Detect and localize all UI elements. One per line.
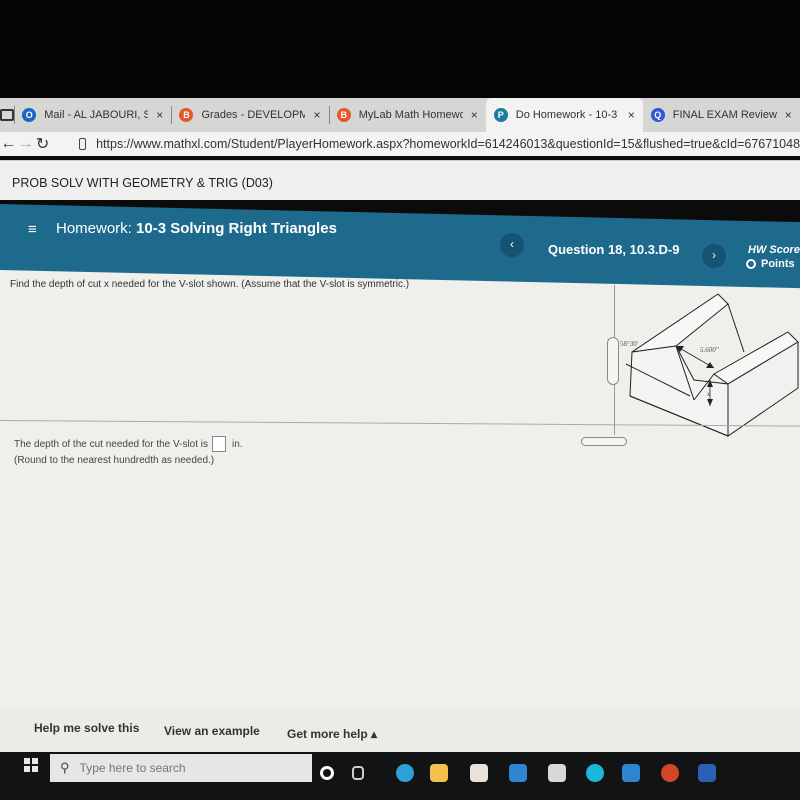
pearson-icon: P [493,108,508,122]
help-me-solve-button[interactable]: Help me solve this [34,721,139,735]
address-bar: ← → ↻ https://www.mathxl.com/Student/Pla… [0,132,800,156]
homework-title: Homework: 10-3 Solving Right Triangles [56,220,337,237]
course-title: PROB SOLV WITH GEOMETRY & TRIG (D03) [12,176,273,190]
tab-title: Mail - AL JABOURI, SA [44,109,149,121]
outlook-icon: O [22,108,37,122]
next-question-button[interactable]: › [702,244,726,268]
forward-button[interactable]: → [17,135,34,153]
question-label: Question 18, 10.3.D-9 [548,242,680,257]
app-icon[interactable] [548,764,566,782]
mail-icon[interactable] [509,764,527,782]
start-icon-tile [32,758,38,764]
figure-arrow-head [706,362,714,368]
close-icon[interactable]: × [785,108,792,122]
powerpoint-icon[interactable] [661,764,679,782]
brightspace-icon: B [336,108,351,122]
tab-final-exam[interactable]: Q FINAL EXAM Review U × [643,100,800,130]
answer-input[interactable] [212,436,227,452]
answer-prefix: The depth of the cut needed for the V-sl… [14,438,209,450]
close-icon[interactable]: × [628,108,635,122]
tab-title: Grades - DEVELOPME [201,109,306,121]
figure-width-label: 5.600" [700,346,719,354]
points-label: Points [761,258,795,270]
homework-prefix: Homework: [56,220,132,237]
figure-left-top [631,293,729,353]
close-icon[interactable]: × [156,108,163,122]
answer-line: The depth of the cut needed for the V-sl… [14,436,243,452]
view-example-button[interactable]: View an example [164,724,260,738]
tab-title: MyLab Math Homewo [358,109,463,121]
tab-do-homework[interactable]: P Do Homework - 10-3 × [485,98,643,132]
homework-name: 10-3 Solving Right Triangles [136,220,337,237]
rounding-note: (Round to the nearest hundredth as neede… [14,455,215,466]
screen: O Mail - AL JABOURI, SA × B Grades - DEV… [0,0,800,800]
url-field[interactable]: https://www.mathxl.com/Student/PlayerHom… [96,137,800,151]
figure-slot-back-edge [727,303,745,353]
monitor-bezel [0,0,800,98]
tab-title: FINAL EXAM Review U [672,109,777,121]
brightspace-icon: B [179,108,194,122]
word-icon[interactable] [698,764,716,782]
taskbar-search[interactable]: ⚲ [50,754,312,782]
tab-actions-icon [0,109,14,121]
file-explorer-icon[interactable] [430,764,448,782]
tab-strip: O Mail - AL JABOURI, SA × B Grades - DEV… [0,98,800,132]
start-icon-tile [24,758,30,764]
v-slot-figure: 58°30′ 5.600" x [620,293,799,437]
hw-score-label: HW Score [748,244,800,256]
quizlet-icon: Q [650,108,665,122]
points-indicator: Points [746,258,795,270]
tab-grades[interactable]: B Grades - DEVELOPME × [171,100,328,130]
tab-actions-button[interactable] [0,98,14,132]
get-more-help-button[interactable]: Get more help ▴ [287,727,377,741]
taskbar-search-input[interactable] [79,761,300,775]
tab-mail[interactable]: O Mail - AL JABOURI, SA × [14,100,171,130]
lock-icon[interactable] [79,138,87,150]
answer-unit: in. [232,438,243,450]
tab-title: Do Homework - 10-3 [515,109,618,121]
edge-icon[interactable] [396,764,414,782]
search-icon: ⚲ [60,760,70,775]
store-icon[interactable] [470,764,488,782]
figure-angle-label: 58°30′ [620,340,639,348]
tab-mylab[interactable]: B MyLab Math Homewo × [329,100,486,130]
alexa-icon[interactable] [586,764,604,782]
task-view-icon[interactable] [352,766,364,780]
previous-question-button[interactable]: ‹ [500,233,524,257]
start-icon-tile [32,766,38,772]
points-circle-icon [746,259,756,269]
reload-button[interactable]: ↻ [34,134,51,154]
menu-icon[interactable]: ≡ [28,221,37,238]
close-icon[interactable]: × [471,108,478,122]
question-prompt: Find the depth of cut x needed for the V… [10,279,410,290]
onedrive-icon[interactable] [622,764,640,782]
back-button[interactable]: ← [0,135,17,153]
close-icon[interactable]: × [313,108,320,122]
start-icon-tile [24,766,30,772]
cortana-icon[interactable] [320,766,334,780]
course-bar: PROB SOLV WITH GEOMETRY & TRIG (D03) [0,160,800,200]
horizontal-resize-handle[interactable] [581,437,627,446]
windows-start-button[interactable] [24,758,38,772]
